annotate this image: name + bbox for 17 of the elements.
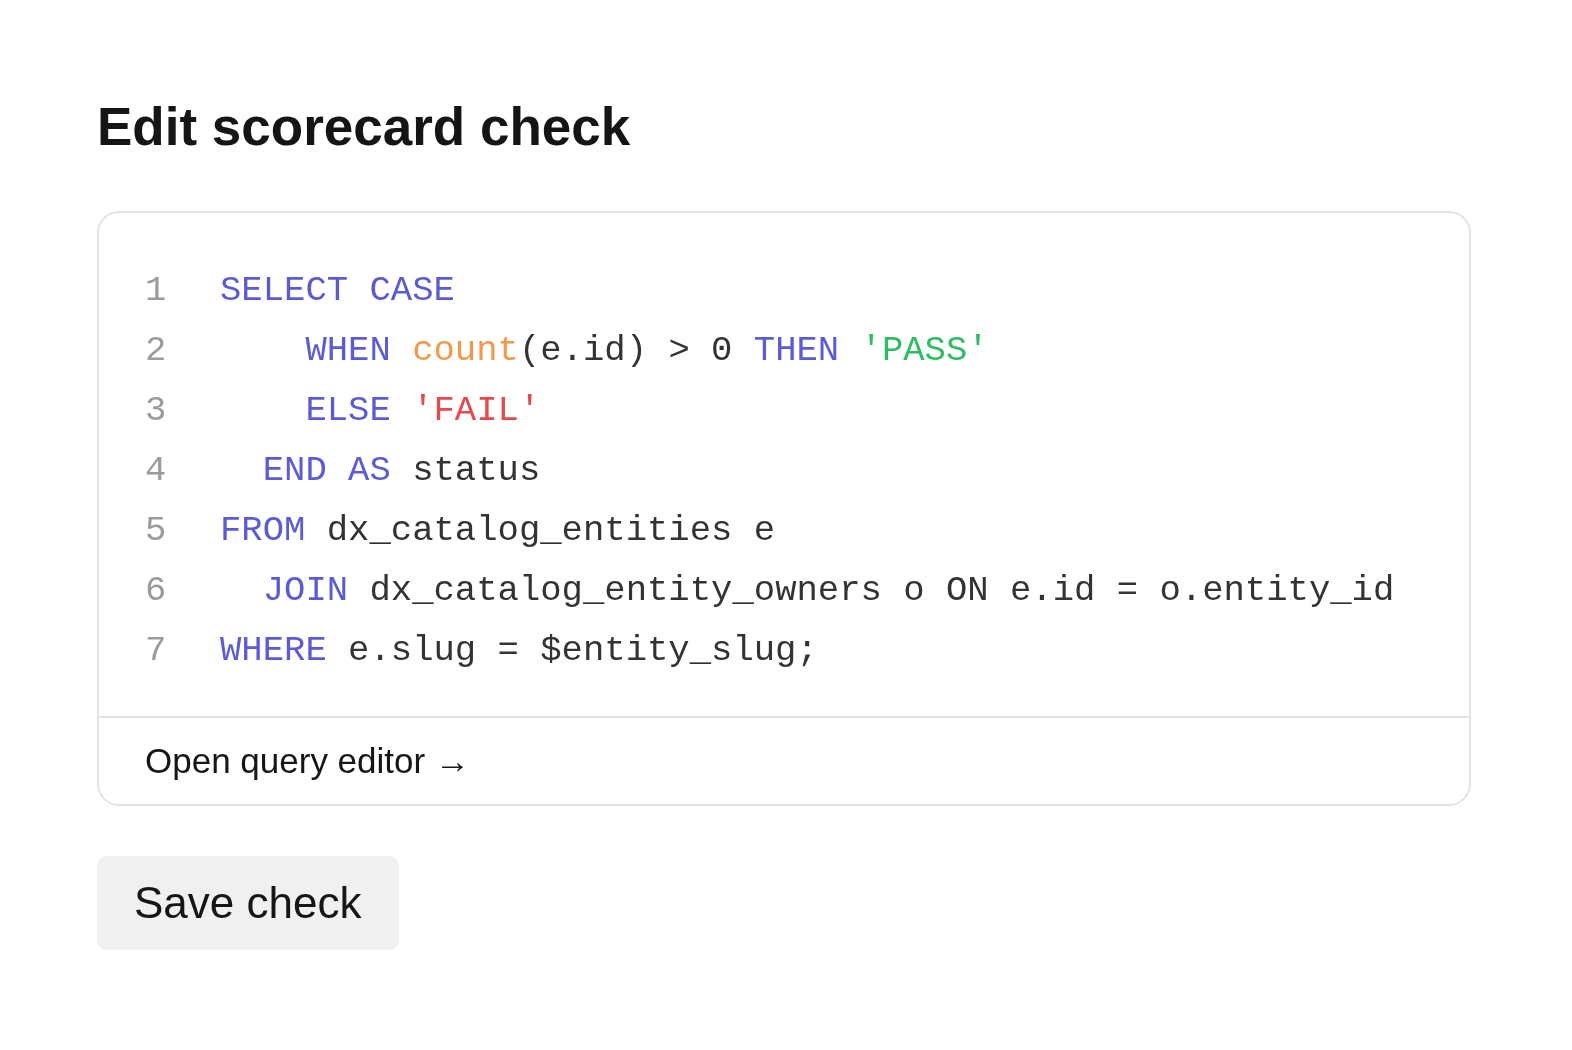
- save-button[interactable]: Save check: [97, 856, 399, 950]
- line-number: 1: [145, 269, 168, 311]
- line-number: 6: [145, 569, 168, 611]
- code-line: JOIN dx_catalog_entity_owners o ON e.id = o.entity_id: [262, 569, 1395, 611]
- code-line: FROM dx_catalog_entities e: [220, 509, 776, 551]
- line-number: 5: [145, 509, 168, 551]
- open-query-editor-link[interactable]: Open query editor →: [145, 741, 470, 781]
- line-number: 2: [145, 329, 168, 371]
- code-line: ELSE 'FAIL': [305, 389, 541, 431]
- line-number: 4: [145, 449, 168, 491]
- code-line: WHEN count(e.id) > 0 THEN 'PASS': [305, 329, 989, 371]
- code-line: SELECT CASE: [220, 269, 455, 311]
- code-line: WHERE e.slug = $entity_slug;: [220, 629, 818, 671]
- code-line: END AS status: [262, 449, 541, 491]
- page-title: Edit scorecard check: [97, 96, 631, 158]
- line-number: 7: [145, 629, 168, 671]
- line-number: 3: [145, 389, 168, 431]
